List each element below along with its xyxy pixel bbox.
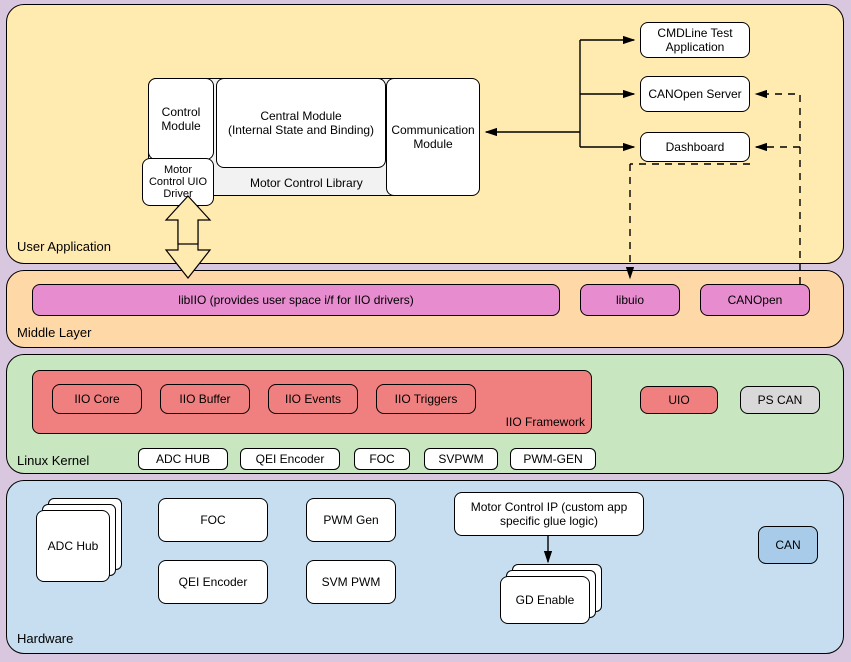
dashboard: Dashboard	[640, 132, 750, 162]
hw-gd-enable-label: GD Enable	[516, 593, 575, 607]
kernel-svpwm: SVPWM	[424, 448, 498, 470]
hw-can-label: CAN	[775, 538, 800, 552]
hw-can: CAN	[758, 526, 818, 564]
iio-core-label: IIO Core	[74, 392, 119, 406]
uio-driver-label: Motor Control UIO Driver	[147, 164, 209, 200]
kernel-adc-hub: ADC HUB	[138, 448, 228, 470]
hw-motor-control-ip: Motor Control IP (custom app specific gl…	[454, 492, 644, 536]
iio-events: IIO Events	[268, 384, 358, 414]
hw-qei-label: QEI Encoder	[179, 575, 248, 589]
canopen-server: CANOpen Server	[640, 76, 750, 112]
libuio-label: libuio	[616, 293, 644, 307]
control-module-label: Control Module	[153, 105, 209, 133]
kernel-svpwm-label: SVPWM	[438, 452, 483, 466]
iio-buffer: IIO Buffer	[160, 384, 250, 414]
hw-adc-hub: ADC Hub	[36, 510, 110, 582]
kernel-qei-encoder: QEI Encoder	[240, 448, 340, 470]
cmdline-label: CMDLine Test Application	[645, 26, 745, 54]
iio-buffer-label: IIO Buffer	[179, 392, 230, 406]
iio-triggers-label: IIO Triggers	[395, 392, 458, 406]
hw-qei-encoder: QEI Encoder	[158, 560, 268, 604]
layer-label-user: User Application	[17, 239, 111, 254]
iio-events-label: IIO Events	[285, 392, 341, 406]
iio-framework-label: IIO Framework	[506, 415, 585, 429]
hw-pwm-gen: PWM Gen	[306, 498, 396, 542]
layer-label-middle: Middle Layer	[17, 325, 91, 340]
kernel-pwm-gen: PWM-GEN	[510, 448, 596, 470]
libiio: libIIO (provides user space i/f for IIO …	[32, 284, 560, 316]
ps-can: PS CAN	[740, 386, 820, 414]
libiio-label: libIIO (provides user space i/f for IIO …	[178, 293, 413, 307]
kernel-pwmgen-label: PWM-GEN	[523, 452, 582, 466]
motor-control-library-label: Motor Control Library	[250, 176, 363, 190]
dashboard-label: Dashboard	[666, 140, 725, 154]
hw-foc-label: FOC	[200, 513, 225, 527]
hw-svm-pwm-label: SVM PWM	[322, 575, 381, 589]
iio-triggers: IIO Triggers	[376, 384, 476, 414]
central-module: Central Module (Internal State and Bindi…	[216, 78, 386, 168]
central-module-label1: Central Module	[228, 109, 374, 123]
layer-label-hw: Hardware	[17, 631, 73, 646]
layer-label-kernel: Linux Kernel	[17, 453, 89, 468]
canopen-lib-label: CANOpen	[728, 293, 783, 307]
uio: UIO	[640, 386, 718, 414]
cmdline-test-app: CMDLine Test Application	[640, 22, 750, 58]
hw-mc-ip-label: Motor Control IP (custom app specific gl…	[459, 500, 639, 528]
hw-gd-enable: GD Enable	[500, 576, 590, 624]
hw-svm-pwm: SVM PWM	[306, 560, 396, 604]
hw-foc: FOC	[158, 498, 268, 542]
ps-can-label: PS CAN	[758, 393, 803, 407]
communication-module: Communication Module	[386, 78, 480, 196]
control-module: Control Module	[148, 78, 214, 160]
kernel-foc: FOC	[354, 448, 410, 470]
libuio: libuio	[580, 284, 680, 316]
layer-hardware: Hardware	[6, 480, 844, 654]
kernel-foc-label: FOC	[369, 452, 394, 466]
kernel-adc-hub-label: ADC HUB	[156, 452, 210, 466]
canopen-lib: CANOpen	[700, 284, 810, 316]
iio-core: IIO Core	[52, 384, 142, 414]
motor-control-uio-driver: Motor Control UIO Driver	[142, 158, 214, 206]
hw-adc-hub-label: ADC Hub	[48, 539, 99, 553]
kernel-qei-label: QEI Encoder	[256, 452, 325, 466]
central-module-label2: (Internal State and Binding)	[228, 123, 374, 137]
communication-module-label: Communication Module	[391, 123, 475, 151]
canopen-server-label: CANOpen Server	[648, 87, 741, 101]
uio-label: UIO	[668, 393, 689, 407]
hw-pwm-gen-label: PWM Gen	[323, 513, 378, 527]
